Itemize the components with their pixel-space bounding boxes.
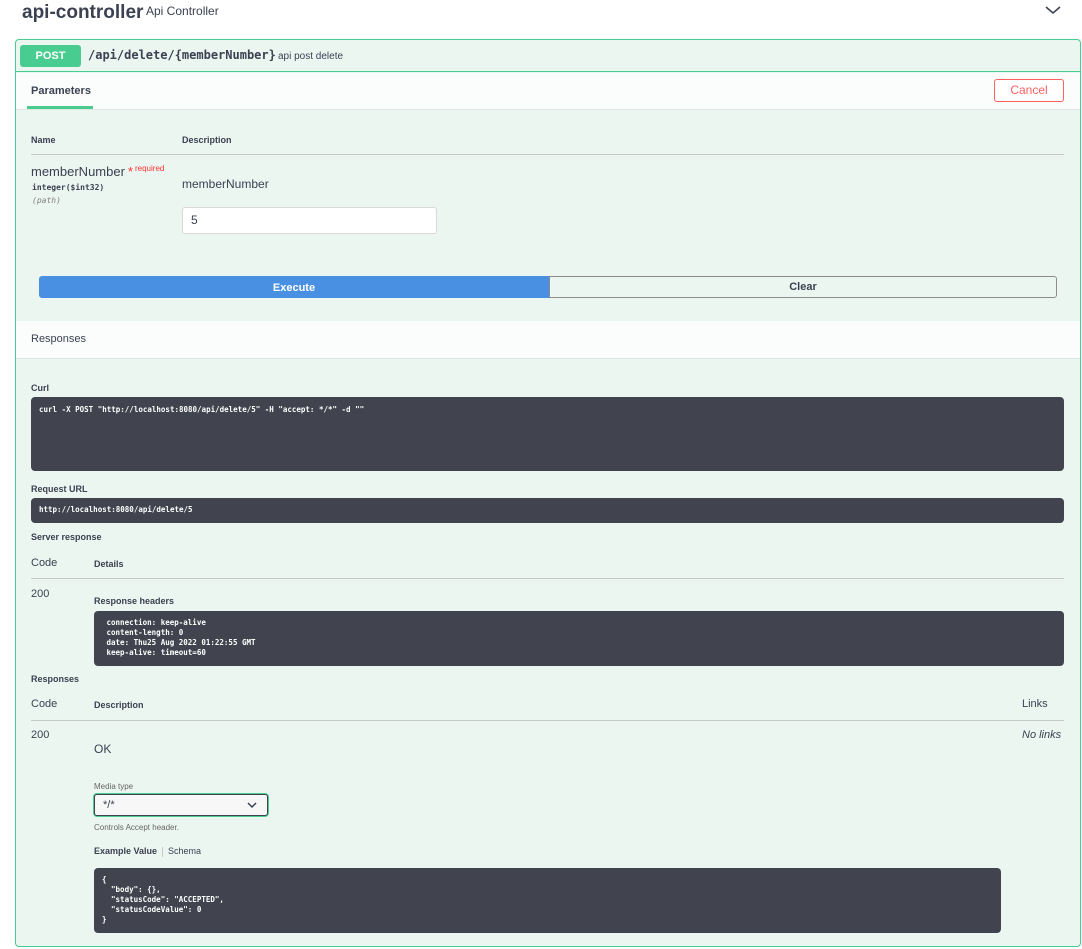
controls-accept-text: Controls Accept header. [94, 823, 179, 832]
cancel-button[interactable]: Cancel [994, 79, 1064, 102]
responses-divider [31, 720, 1064, 721]
tab-parameters[interactable]: Parameters [31, 85, 91, 97]
response-status-code: 200 [31, 729, 50, 741]
responses-col-code: Code [31, 698, 58, 710]
response-headers-block[interactable]: connection: keep-alive content-length: 0… [94, 611, 1064, 666]
media-type-select[interactable]: */* [94, 794, 268, 816]
tab-schema[interactable]: Schema [168, 846, 201, 856]
tag-header[interactable]: api-controller Api Controller [0, 0, 1082, 36]
required-label: required [134, 164, 165, 173]
response-headers-label: Response headers [94, 596, 175, 606]
tab-active-indicator [27, 106, 93, 109]
tab-example-value[interactable]: Example Value [94, 846, 157, 856]
execute-button-group: Execute Clear [39, 276, 1057, 298]
tab-separator [162, 846, 164, 857]
example-tabs: Example Value Schema [94, 846, 201, 857]
tag-name: api-controller [22, 2, 144, 23]
server-response-label: Server response [31, 532, 102, 542]
media-type-value: */* [103, 799, 115, 811]
tag-description: Api Controller [146, 4, 219, 18]
media-type-label: Media type [94, 782, 134, 791]
request-url-block[interactable]: http://localhost:8080/api/delete/5 [31, 498, 1064, 523]
operation-summary-text: api post delete [278, 51, 344, 62]
clear-button[interactable]: Clear [549, 276, 1057, 298]
param-type: integer($int32) [32, 183, 105, 192]
col-header-description: Description [182, 135, 232, 145]
response-links: No links [1022, 729, 1062, 741]
parameters-header: Parameters Cancel [16, 73, 1080, 110]
server-col-details: Details [94, 559, 124, 569]
server-status-code: 200 [31, 588, 50, 600]
chevron-down-icon [247, 802, 257, 809]
param-name: memberNumber * required [31, 164, 164, 179]
param-description: memberNumber [182, 177, 269, 191]
server-col-code: Code [31, 557, 58, 569]
operation-path: /api/delete/{memberNumber} [88, 48, 276, 62]
method-badge: POST [20, 45, 81, 67]
param-name-text: memberNumber [31, 164, 125, 179]
example-value-block[interactable]: { "body": {}, "statusCode": "ACCEPTED", … [94, 868, 1001, 933]
responses-title: Responses [31, 333, 87, 345]
params-divider [31, 154, 1064, 155]
curl-label: Curl [31, 383, 49, 393]
responses-col-links: Links [1022, 698, 1048, 710]
responses-header: Responses [16, 321, 1080, 359]
responses-col-description: Description [94, 700, 144, 710]
col-header-name: Name [31, 135, 56, 145]
required-star: * [127, 164, 133, 179]
response-description: OK [94, 742, 112, 756]
request-url-label: Request URL [31, 484, 88, 494]
chevron-down-icon[interactable] [1044, 2, 1062, 18]
param-location: (path) [32, 196, 61, 205]
operation-summary[interactable]: POST /api/delete/{memberNumber} api post… [16, 40, 1080, 72]
execute-button[interactable]: Execute [39, 276, 549, 298]
server-divider [31, 578, 1064, 579]
member-number-input[interactable]: 5 [182, 207, 437, 234]
operation-block: POST /api/delete/{memberNumber} api post… [15, 39, 1081, 947]
curl-code-block[interactable]: curl -X POST "http://localhost:8080/api/… [31, 397, 1064, 471]
documented-responses-title: Responses [31, 674, 80, 684]
